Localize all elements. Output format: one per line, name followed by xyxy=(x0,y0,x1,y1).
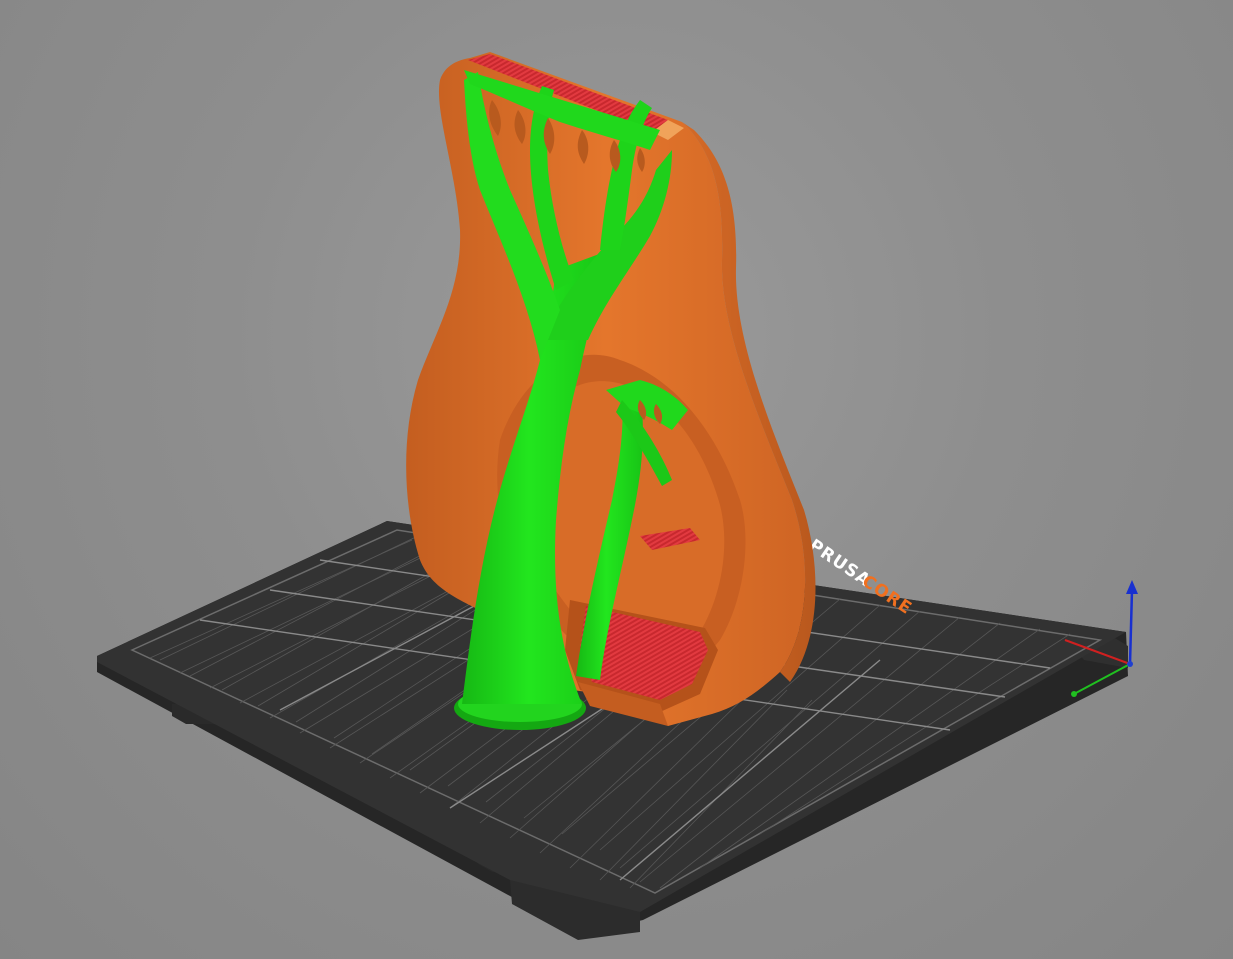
build-scene[interactable]: PRUSA CORE xyxy=(0,0,1233,959)
3d-viewport[interactable]: PRUSA CORE xyxy=(0,0,1233,959)
